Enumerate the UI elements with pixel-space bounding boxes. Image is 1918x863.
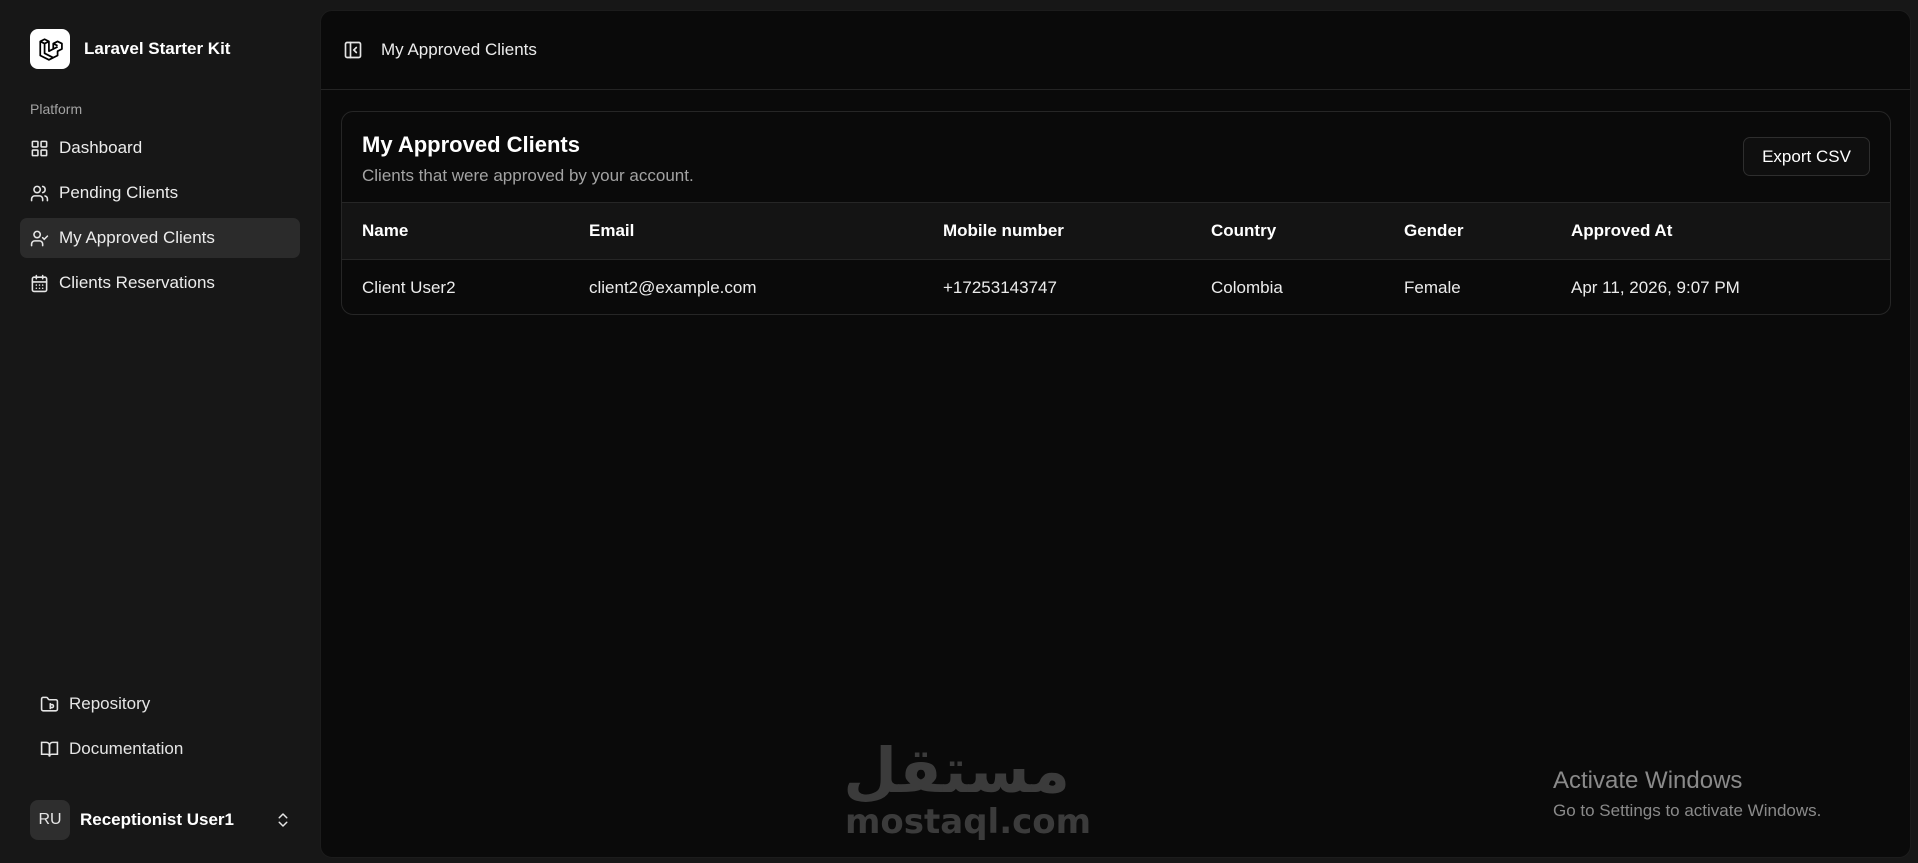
approved-clients-card: My Approved Clients Clients that were ap… (341, 111, 1891, 315)
activate-subtitle: Go to Settings to activate Windows. (1553, 801, 1822, 820)
column-header-approved-at: Approved At (1571, 221, 1673, 240)
sidebar-item-label: Dashboard (59, 138, 143, 157)
page-subtitle: Clients that were approved by your accou… (362, 166, 694, 185)
chevrons-up-down-icon (274, 811, 292, 829)
clients-table: Name Email Mobile number Country Gender … (342, 202, 1890, 315)
avatar: RU (30, 800, 70, 840)
topbar: My Approved Clients (321, 11, 1910, 90)
sidebar-item-label: Pending Clients (59, 183, 179, 202)
cell-email: client2@example.com (589, 277, 757, 297)
sidebar-item-label: Clients Reservations (59, 273, 215, 292)
documentation-label: Documentation (69, 739, 184, 758)
sidebar-item-pending-clients[interactable]: Pending Clients (20, 173, 300, 213)
cell-gender: Female (1404, 277, 1461, 297)
app-root: Laravel Starter Kit Platform Dashboard P… (0, 0, 1918, 863)
watermark-arabic: مستقل (843, 734, 1070, 807)
sidebar-item-label: My Approved Clients (59, 228, 215, 247)
page-title: My Approved Clients (362, 132, 580, 157)
cell-approved-at: Apr 11, 2026, 9:07 PM (1571, 277, 1740, 297)
table-header-row: Name Email Mobile number Country Gender … (342, 202, 1890, 260)
book-open-icon (40, 740, 59, 759)
sidebar: Laravel Starter Kit Platform Dashboard P… (0, 0, 320, 863)
cell-country: Colombia (1211, 277, 1283, 297)
laravel-logo-icon (30, 29, 70, 69)
sidebar-item-my-approved-clients[interactable]: My Approved Clients (20, 218, 300, 258)
brand[interactable]: Laravel Starter Kit (30, 29, 230, 69)
column-header-name: Name (362, 221, 409, 240)
breadcrumb[interactable]: My Approved Clients (381, 40, 537, 60)
folder-git-icon (40, 695, 59, 714)
activate-title: Activate Windows (1553, 767, 1743, 794)
column-header-email: Email (589, 221, 635, 240)
calendar-icon (30, 274, 49, 293)
card-header: My Approved Clients Clients that were ap… (342, 112, 1890, 202)
documentation-link[interactable]: Documentation (30, 729, 290, 769)
export-csv-button[interactable]: Export CSV (1743, 137, 1870, 176)
repository-link[interactable]: Repository (30, 684, 290, 724)
column-header-country: Country (1211, 221, 1277, 240)
panel-left-icon[interactable] (343, 40, 363, 60)
cell-mobile: +17253143747 (943, 277, 1057, 297)
sidebar-item-dashboard[interactable]: Dashboard (20, 128, 300, 168)
user-name: Receptionist User1 (80, 810, 234, 829)
users-icon (30, 184, 49, 203)
windows-activation-watermark: Activate Windows Go to Settings to activ… (1553, 767, 1821, 821)
user-check-icon (30, 229, 49, 248)
brand-name: Laravel Starter Kit (84, 39, 231, 58)
watermark-latin: mostaql.com (845, 802, 1092, 842)
column-header-gender: Gender (1404, 221, 1464, 240)
repository-label: Repository (69, 694, 151, 713)
nav-group-label: Platform (30, 101, 83, 117)
sidebar-item-clients-reservations[interactable]: Clients Reservations (20, 263, 300, 303)
table-row[interactable]: Client User2 client2@example.com +172531… (342, 260, 1890, 315)
layout-grid-icon (30, 139, 49, 158)
sidebar-footer-links: Repository Documentation (30, 684, 290, 774)
user-menu[interactable]: RU Receptionist User1 (30, 799, 292, 841)
cell-name: Client User2 (362, 277, 456, 297)
sidebar-nav: Dashboard Pending Clients My Approved Cl… (20, 128, 300, 308)
main-panel: My Approved Clients My Approved Clients … (320, 10, 1911, 858)
mostaql-watermark: مستقل mostaql.com (843, 734, 1092, 844)
column-header-mobile: Mobile number (943, 221, 1064, 240)
